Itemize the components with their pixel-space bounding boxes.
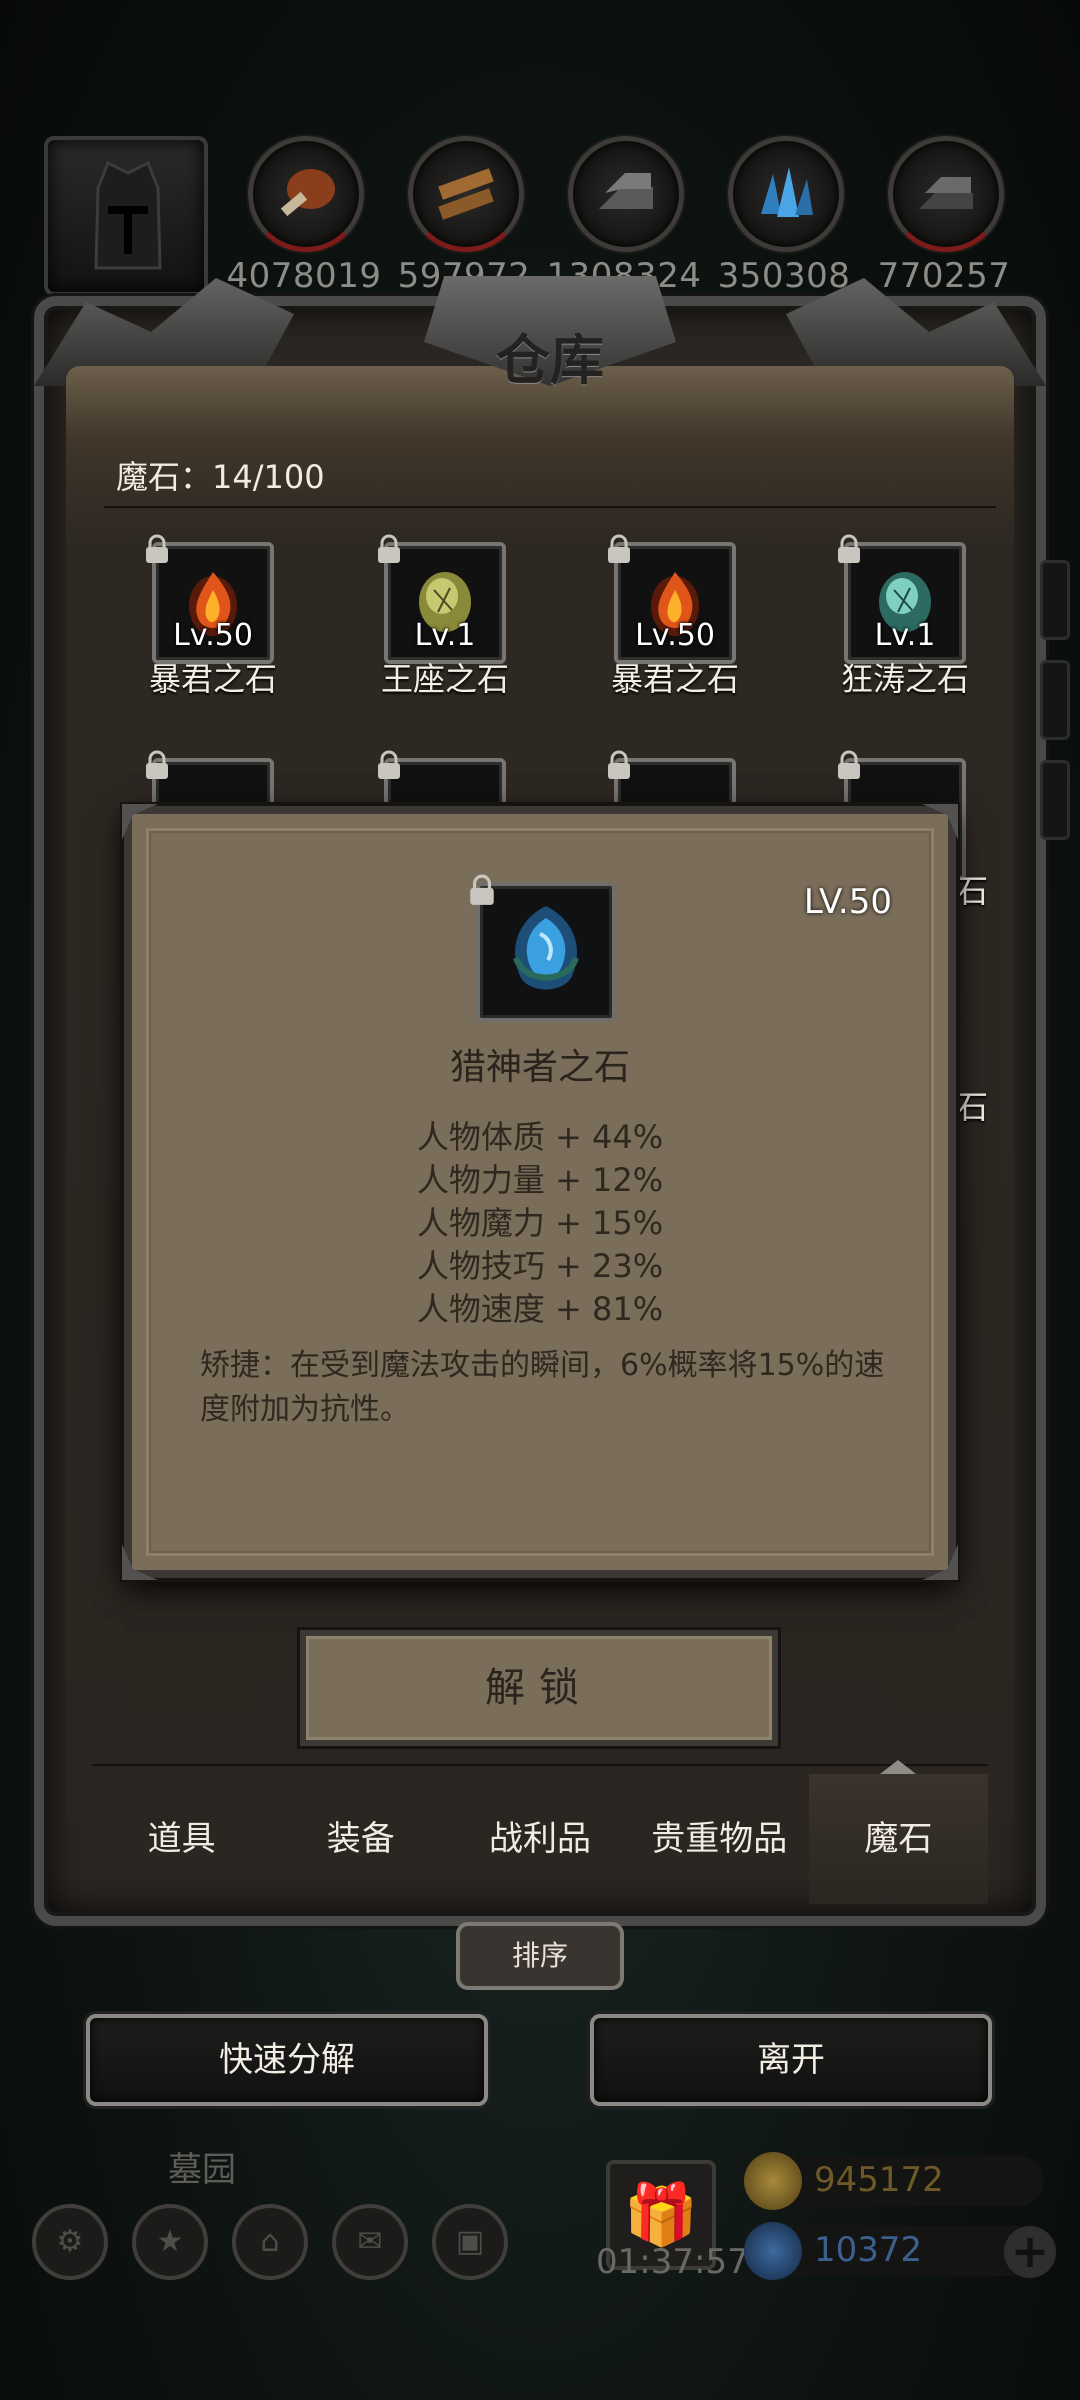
item-level: Lv.1 <box>414 618 476 653</box>
resource-bar: 4078019 597972 1308324 350308 <box>44 136 1044 296</box>
stat-line: 人物魔力 + 15% <box>416 1204 664 1242</box>
stat-line: 人物速度 + 81% <box>416 1290 664 1328</box>
lock-icon <box>378 750 400 779</box>
item-slot[interactable]: Lv.1 狂涛之石 <box>794 534 994 702</box>
tab-equipment[interactable]: 装备 <box>271 1774 450 1904</box>
item-slot[interactable]: Lv.1 王座之石 <box>334 534 534 702</box>
lock-icon <box>470 874 494 905</box>
divider <box>92 1764 988 1766</box>
lock-icon <box>146 534 168 563</box>
iron-icon <box>919 177 973 209</box>
lock-icon <box>608 534 630 563</box>
item-level: Lv.50 <box>173 618 253 653</box>
detail-item-icon <box>476 882 616 1022</box>
category-tabs: 道具 装备 战利品 贵重物品 魔石 <box>92 1760 989 1904</box>
wood-icon <box>438 168 494 220</box>
unlock-button[interactable]: 解锁 <box>300 1630 778 1746</box>
blue-stone-icon <box>513 906 579 990</box>
lock-icon <box>146 750 168 779</box>
gold-value: 945172 <box>814 2160 944 2200</box>
gift-timer: 01:37:57 <box>596 2242 749 2282</box>
side-tab[interactable] <box>1040 560 1070 640</box>
crystal-icon <box>761 167 813 217</box>
item-level: Lv.1 <box>874 618 936 653</box>
star-icon[interactable]: ★ <box>132 2204 208 2280</box>
item-name: 王座之石 <box>380 660 509 698</box>
gold-coin-icon <box>744 2152 802 2210</box>
item-slot[interactable]: Lv.50 暴君之石 <box>102 534 302 702</box>
item-slot[interactable]: Lv.50 暴君之石 <box>564 534 764 702</box>
stat-line: 人物技巧 + 23% <box>416 1247 664 1285</box>
item-name-partial: 石 <box>956 1088 989 1126</box>
gem-icon <box>744 2222 802 2280</box>
add-gems-button[interactable]: + <box>1004 2226 1056 2278</box>
stat-line: 人物体质 + 44% <box>416 1118 664 1156</box>
chest-icon[interactable]: ▣ <box>432 2204 508 2280</box>
stone-icon <box>599 173 653 209</box>
item-name-partial: 石 <box>956 872 989 910</box>
capacity-label: 魔石：14/100 <box>116 458 325 496</box>
lock-icon <box>608 750 630 779</box>
item-name: 狂涛之石 <box>840 660 969 698</box>
item-detail-popup: LV.50 猎神者之石 人物体质 + 44% 人物力量 + 12% 人物魔力 +… <box>122 804 958 1580</box>
resource-crystal[interactable]: 350308 <box>714 136 854 296</box>
side-tab[interactable] <box>1040 660 1070 740</box>
stat-line: 人物力量 + 12% <box>416 1161 664 1199</box>
mail-icon[interactable]: ✉ <box>332 2204 408 2280</box>
quick-decompose-button[interactable]: 快速分解 <box>86 2014 488 2106</box>
meat-icon <box>280 169 335 217</box>
tab-valuables[interactable]: 贵重物品 <box>630 1774 809 1904</box>
settings-icon[interactable]: ⚙ <box>32 2204 108 2280</box>
stat-list: 人物体质 + 44% 人物力量 + 12% 人物魔力 + 15% 人物技巧 + … <box>132 1116 948 1331</box>
item-level: Lv.50 <box>635 618 715 653</box>
gold-counter: 945172 <box>744 2152 1044 2210</box>
resource-meat[interactable]: 4078019 <box>227 136 381 296</box>
location-label: 墓园 <box>168 2150 236 2190</box>
detail-level: LV.50 <box>803 882 892 922</box>
divider <box>104 506 996 508</box>
gem-value: 10372 <box>814 2230 923 2270</box>
leave-button[interactable]: 离开 <box>590 2014 992 2106</box>
side-tab[interactable] <box>1040 760 1070 840</box>
gem-counter: 10372 <box>744 2222 1044 2280</box>
detail-item-name: 猎神者之石 <box>449 1047 630 1088</box>
helmet-icon <box>94 160 162 270</box>
hero-portrait[interactable] <box>44 136 208 296</box>
resource-wood[interactable]: 597972 <box>394 136 534 296</box>
lock-icon <box>838 534 860 563</box>
sort-button[interactable]: 排序 <box>456 1922 624 1990</box>
tab-items[interactable]: 道具 <box>92 1774 271 1904</box>
lock-icon <box>838 750 860 779</box>
item-name: 暴君之石 <box>610 660 739 698</box>
tab-loot[interactable]: 战利品 <box>450 1774 629 1904</box>
skill-description: 矫捷：在受到魔法攻击的瞬间，6%概率将15%的速度附加为抗性。 <box>200 1348 885 1427</box>
lock-icon <box>378 534 400 563</box>
panel-title: 仓库 <box>496 328 604 392</box>
tab-magic-stones[interactable]: 魔石 <box>808 1760 989 1904</box>
resource-iron[interactable]: 770257 <box>874 136 1014 296</box>
item-name: 暴君之石 <box>148 660 277 698</box>
building-icon[interactable]: ⌂ <box>232 2204 308 2280</box>
resource-stone[interactable]: 1308324 <box>547 136 701 296</box>
